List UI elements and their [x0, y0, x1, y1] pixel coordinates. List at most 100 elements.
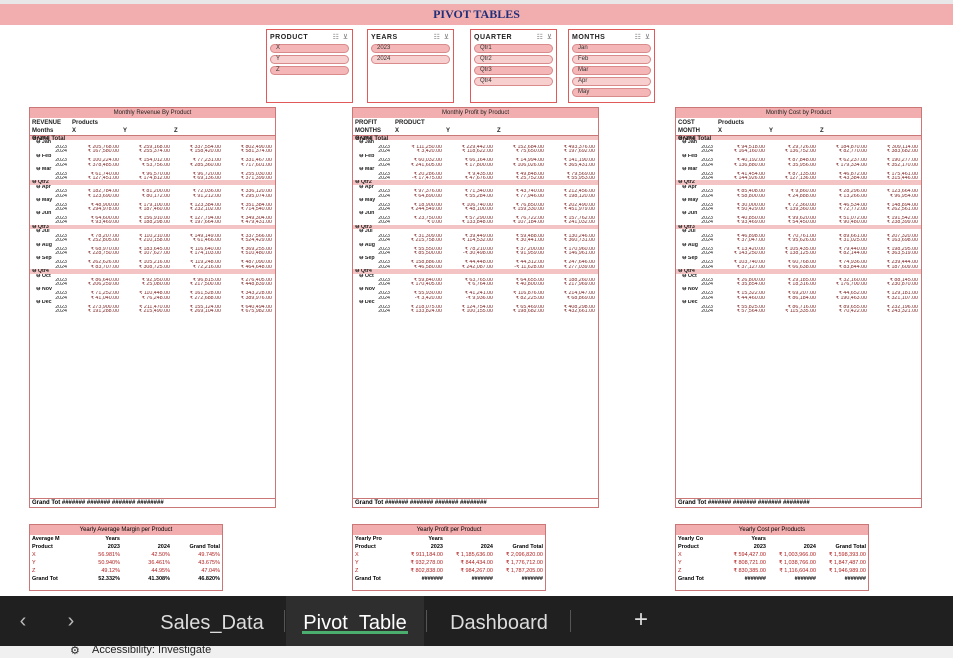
pivot-rows: ⊖ Qtr1 ⊖ Jan 2023 ₹ 111,250.00 ₹ 229,442.00 ₹…: [353, 136, 598, 314]
table-cell: 47.04%: [201, 568, 220, 574]
column-header: Y: [769, 128, 774, 134]
table-cell: #######: [471, 576, 493, 582]
column-header: X: [72, 128, 77, 134]
grand-total-row: Grand Tot ####### ####### #######: [676, 575, 868, 583]
column-header: X: [395, 128, 400, 134]
value-field: Average M: [32, 536, 60, 542]
column-filter-field[interactable]: Years: [395, 535, 445, 543]
table-cell: Y: [678, 560, 682, 566]
table-row: X ₹ 911,184.00 ₹ 1,185,636.00 ₹ 2,096,820.0…: [353, 551, 545, 559]
table-cell: ₹ 675,982.00: [240, 309, 272, 314]
slicer-item[interactable]: Qtr2: [474, 55, 553, 64]
accessibility-status[interactable]: Accessibility: Investigate: [92, 646, 211, 656]
add-sheet-button[interactable]: +: [626, 606, 656, 636]
column-header: X: [718, 128, 723, 134]
table-cell: ₹ 1,946,989.00: [828, 568, 866, 574]
table-cell: ₹ 133,824.00: [410, 309, 442, 314]
pivot-header: PROFIT PRODUCT MONTHS X Y ZGrand Total: [353, 118, 598, 142]
table-row: Z 49.12% 44.95% 47.04%: [30, 567, 222, 575]
slicer-item[interactable]: X: [270, 44, 349, 53]
table-cell: ₹ 911,184.00: [410, 552, 443, 558]
table-cell: ₹ 1,185,636.00: [455, 552, 493, 558]
slicer-item[interactable]: Y: [270, 55, 349, 64]
slicer-item[interactable]: 2024: [371, 55, 450, 64]
grand-total-row: Grand Tot ####### ####### ####### ######…: [353, 498, 598, 507]
table-cell: ₹ 57,564.00: [736, 309, 765, 314]
column-filter-field[interactable]: PRODUCT: [395, 119, 425, 127]
tab-dashboard[interactable]: Dashboard: [432, 596, 566, 646]
table-cell: ₹ 932,278.00: [410, 560, 443, 566]
summary-header: Product 2023 2024 Grand Total: [30, 543, 222, 551]
table-cell: Grand Tot: [355, 576, 381, 582]
slicer-item[interactable]: Qtr3: [474, 66, 553, 75]
slicer-months: MONTHS ☷ ⊻ Jan Feb Mar Apr May: [568, 29, 655, 103]
table-cell: ₹ 1,598,393.00: [828, 552, 866, 558]
table-cell: #######: [794, 576, 816, 582]
column-header: Y: [446, 128, 451, 134]
summary-title: Yearly Cost per Products: [676, 525, 868, 535]
slicer-item[interactable]: 2023: [371, 44, 450, 53]
slicer-item[interactable]: May: [572, 88, 651, 97]
pivot-header: COST Products MONTH X Y ZGrand Total: [676, 118, 921, 142]
table-cell: 56.981%: [98, 552, 120, 558]
table-cell: ₹ 1,847,487.00: [828, 560, 866, 566]
table-cell: ₹ 198,682.00: [512, 309, 544, 314]
tab-separator: [570, 610, 571, 632]
table-cell: ₹ 115,335.00: [785, 309, 816, 314]
clear-filter-icon[interactable]: ☷ ⊻: [333, 33, 349, 41]
column-header: Z: [820, 128, 824, 134]
column-header: Product: [355, 544, 376, 550]
table-cell: 2024: [55, 309, 67, 314]
column-header: 2023: [430, 544, 443, 550]
column-header: 2023: [753, 544, 766, 550]
slicer-title: YEARS: [371, 33, 398, 41]
prev-sheet-button[interactable]: ‹: [8, 606, 38, 636]
slicer-item[interactable]: Qtr4: [474, 77, 553, 86]
slicer-item[interactable]: Qtr1: [474, 44, 553, 53]
slicer-item[interactable]: Z: [270, 66, 349, 75]
pivot-table: Monthly Cost by Product COST Products MONTH…: [675, 107, 922, 508]
slicer-header: MONTHS ☷ ⊻: [572, 32, 651, 42]
clear-filter-icon[interactable]: ☷ ⊻: [635, 33, 651, 41]
column-header: MONTH: [678, 128, 700, 134]
pivot-title: Monthly Cost by Product: [676, 108, 921, 118]
column-filter-field[interactable]: Products: [72, 119, 98, 127]
slicer-item[interactable]: Apr: [572, 77, 651, 86]
slicer-years: YEARS ☷ ⊻ 2023 2024: [367, 29, 454, 103]
table-row: Z ₹ 802,838.00 ₹ 984,267.00 ₹ 1,787,205.00: [353, 567, 545, 575]
tab-label: Sales_Data: [160, 612, 264, 634]
column-filter-field[interactable]: Years: [718, 535, 768, 543]
table-cell: ₹ 269,104.00: [189, 309, 221, 314]
table-cell: #######: [844, 576, 866, 582]
table-row: 2024 ₹ 133,824.00 ₹ 100,155.00 ₹ 198,682.00…: [353, 309, 598, 313]
pivot-table: Monthly Revenue By Product REVENUE Product…: [29, 107, 276, 508]
table-cell: 2024: [701, 309, 713, 314]
table-row: X ₹ 594,427.00 ₹ 1,003,966.00 ₹ 1,598,393.0…: [676, 551, 868, 559]
slicer-item[interactable]: Feb: [572, 55, 651, 64]
grand-total-row: Grand Tot ####### ####### ####### ######…: [30, 498, 275, 507]
slicer-item[interactable]: Jan: [572, 44, 651, 53]
clear-filter-icon[interactable]: ☷ ⊻: [537, 33, 553, 41]
slicer-header: QUARTER ☷ ⊻: [474, 32, 553, 42]
table-cell: ₹ 2,096,820.00: [505, 552, 543, 558]
accessibility-icon[interactable]: ⚙: [70, 646, 80, 657]
grand-total-row: Grand Tot 52.332% 41.308% 46.820%: [30, 575, 222, 583]
table-row: X 56.981% 42.50% 49.745%: [30, 551, 222, 559]
table-cell: Grand Tot: [678, 576, 704, 582]
table-cell: Grand Tot: [32, 576, 58, 582]
table-cell: ₹ 830,385.00: [733, 568, 766, 574]
table-cell: ₹ 844,434.00: [460, 560, 493, 566]
page-title-banner: PIVOT TABLES: [0, 4, 953, 25]
slicer-item[interactable]: Mar: [572, 66, 651, 75]
column-header: Y: [123, 128, 128, 134]
slicer-title: PRODUCT: [270, 33, 309, 41]
table-cell: Z: [678, 568, 682, 574]
tab-sales-data[interactable]: Sales_Data: [147, 596, 277, 646]
clear-filter-icon[interactable]: ☷ ⊻: [434, 33, 450, 41]
column-filter-field[interactable]: Years: [72, 535, 122, 543]
column-filter-field[interactable]: Products: [718, 119, 744, 127]
summary-table: Yearly Profit per Product Yearly Pro Years…: [352, 524, 546, 591]
table-cell: 41.308%: [148, 576, 170, 582]
next-sheet-button[interactable]: ›: [56, 606, 86, 636]
tab-pivot-table[interactable]: Pivot_Table: [286, 596, 424, 646]
